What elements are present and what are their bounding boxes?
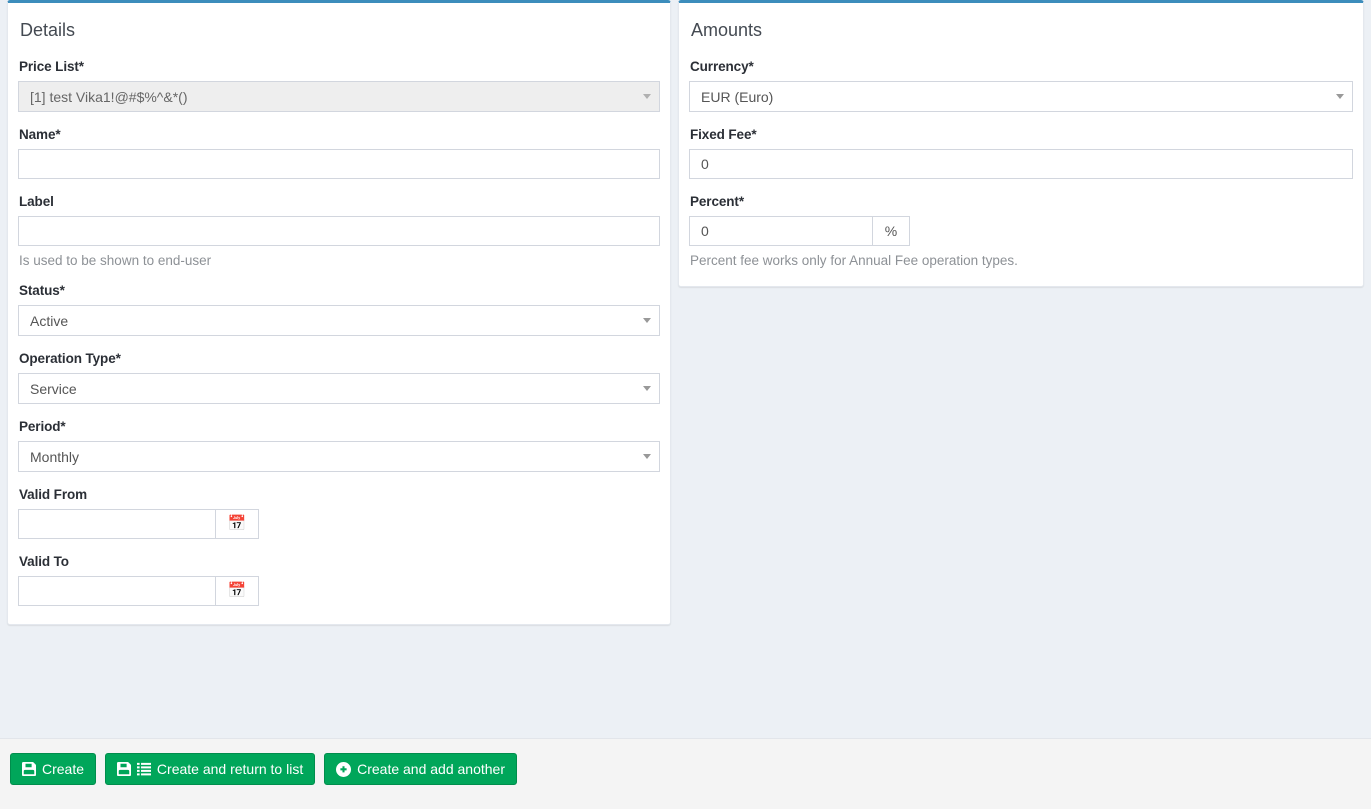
field-operation-type: Operation Type* Service: [18, 351, 660, 404]
amounts-panel: Amounts Currency* EUR (Euro) Fixed Fee*: [678, 0, 1364, 287]
valid-from-input[interactable]: [18, 508, 215, 539]
amounts-panel-body: Amounts Currency* EUR (Euro) Fixed Fee*: [679, 3, 1363, 286]
price-list-select-wrap: [1] test Vika1!@#$%^&*(): [18, 80, 660, 112]
field-fixed-fee: Fixed Fee*: [689, 127, 1353, 179]
percent-label: Percent*: [690, 193, 744, 209]
create-and-return-to-list-label: Create and return to list: [156, 761, 304, 777]
label-help-text: Is used to be shown to end-user: [19, 252, 212, 268]
plus-circle-icon: [336, 761, 352, 777]
details-column: Details Price List* [1] test Vika1!@#$%^…: [0, 0, 678, 625]
valid-to-calendar-button[interactable]: 📅: [215, 575, 259, 606]
status-select-wrap: Active: [18, 304, 660, 336]
price-list-label: Price List*: [19, 58, 84, 74]
valid-to-input-group: 📅: [18, 575, 259, 606]
field-price-list: Price List* [1] test Vika1!@#$%^&*(): [18, 59, 660, 112]
form-actions-bar: Create Create and return to list Create …: [0, 738, 1371, 809]
percent-sign-addon: %: [872, 215, 910, 246]
operation-type-select[interactable]: Service: [18, 372, 660, 404]
field-name: Name*: [18, 127, 660, 179]
currency-select-wrap: EUR (Euro): [689, 80, 1353, 112]
valid-from-input-group: 📅: [18, 508, 259, 539]
percent-help-text: Percent fee works only for Annual Fee op…: [690, 252, 1018, 268]
field-percent: Percent* % Percent fee works only for An…: [689, 194, 1353, 268]
calendar-icon: 📅: [227, 582, 247, 600]
list-icon: [136, 762, 151, 776]
field-label: Label Is used to be shown to end-user: [18, 194, 660, 268]
create-price-list-item-page: Details Price List* [1] test Vika1!@#$%^…: [0, 0, 1371, 809]
details-panel-title: Details: [20, 20, 76, 40]
label-input[interactable]: [18, 215, 660, 246]
name-label: Name*: [19, 126, 61, 142]
status-label: Status*: [19, 282, 65, 298]
percent-input[interactable]: [689, 215, 872, 246]
field-valid-to: Valid To 📅: [18, 554, 660, 606]
create-and-add-another-button[interactable]: Create and add another: [324, 753, 517, 785]
name-input[interactable]: [18, 148, 660, 179]
valid-from-label: Valid From: [19, 486, 88, 502]
fixed-fee-label: Fixed Fee*: [690, 126, 757, 142]
details-panel: Details Price List* [1] test Vika1!@#$%^…: [7, 0, 671, 625]
create-and-return-to-list-button[interactable]: Create and return to list: [104, 753, 316, 785]
field-currency: Currency* EUR (Euro): [689, 59, 1353, 112]
field-valid-from: Valid From 📅: [18, 487, 660, 539]
calendar-icon: 📅: [227, 515, 247, 533]
period-select[interactable]: Monthly: [18, 440, 660, 472]
period-label: Period*: [19, 418, 66, 434]
percent-input-group: %: [689, 215, 910, 246]
price-list-select[interactable]: [1] test Vika1!@#$%^&*(): [18, 80, 660, 112]
create-button-label: Create: [42, 761, 85, 777]
operation-type-select-wrap: Service: [18, 372, 660, 404]
create-button[interactable]: Create: [10, 753, 97, 785]
valid-to-label: Valid To: [19, 553, 69, 569]
period-select-wrap: Monthly: [18, 440, 660, 472]
create-and-add-another-label: Create and add another: [357, 761, 505, 777]
status-select[interactable]: Active: [18, 304, 660, 336]
amounts-panel-title: Amounts: [691, 20, 763, 40]
fixed-fee-input[interactable]: [689, 148, 1353, 179]
field-status: Status* Active: [18, 283, 660, 336]
details-panel-body: Details Price List* [1] test Vika1!@#$%^…: [8, 3, 670, 624]
currency-label: Currency*: [690, 58, 754, 74]
form-region: Details Price List* [1] test Vika1!@#$%^…: [0, 0, 1371, 738]
operation-type-label: Operation Type*: [19, 350, 121, 366]
save-icon: [22, 762, 36, 776]
amounts-column: Amounts Currency* EUR (Euro) Fixed Fee*: [678, 0, 1371, 287]
valid-to-input[interactable]: [18, 575, 215, 606]
label-field-label: Label: [19, 193, 54, 209]
currency-select[interactable]: EUR (Euro): [689, 80, 1353, 112]
field-period: Period* Monthly: [18, 419, 660, 472]
valid-from-calendar-button[interactable]: 📅: [215, 508, 259, 539]
save-icon: [116, 762, 131, 776]
form-columns: Details Price List* [1] test Vika1!@#$%^…: [0, 0, 1371, 625]
